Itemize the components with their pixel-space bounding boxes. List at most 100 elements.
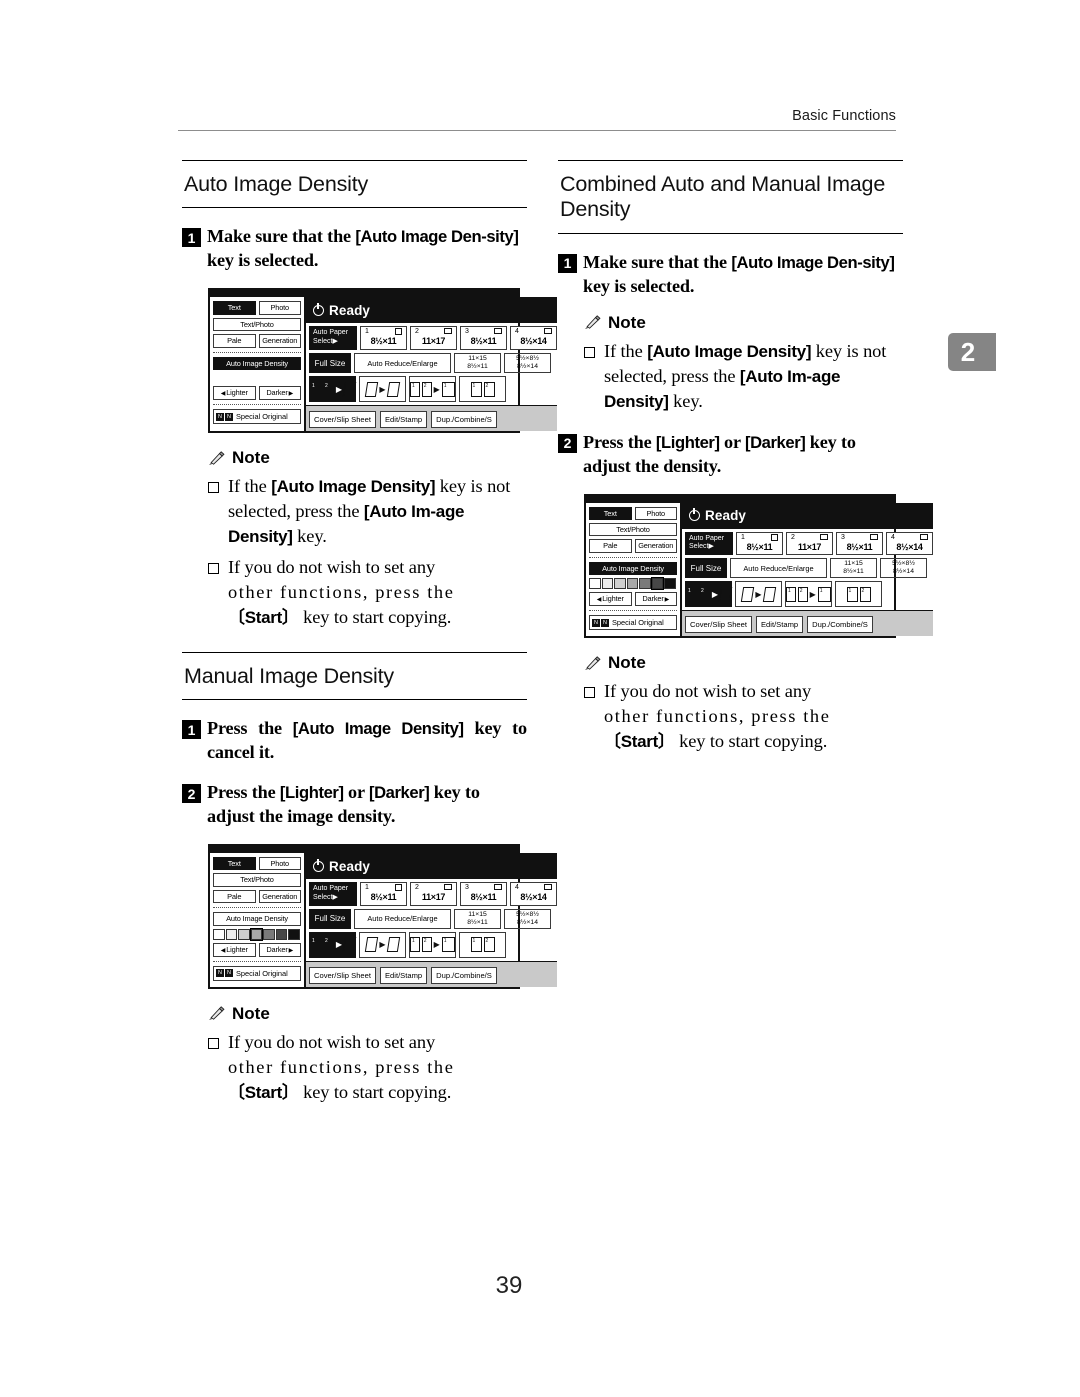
lcd-button-lighter[interactable]: Lighter <box>213 386 256 401</box>
lcd-tray-button[interactable]: 1 8½×11 <box>360 882 407 906</box>
lcd-tray-button[interactable]: 2 11×17 <box>410 326 457 350</box>
lcd-button-photo[interactable]: Photo <box>258 301 301 315</box>
lcd-tab-cover-slip-sheet[interactable]: Cover/Slip Sheet <box>309 966 376 984</box>
density-step-5[interactable] <box>263 928 275 940</box>
lcd-tray-button[interactable]: 3 8½×11 <box>460 882 507 906</box>
lcd-button-auto-paper-select[interactable]: Auto Paper Select▶ <box>309 326 357 350</box>
lcd-button-ratio[interactable]: 11×15 8½×11 <box>454 908 501 929</box>
lcd-tab-cover-slip-sheet[interactable]: Cover/Slip Sheet <box>309 411 376 429</box>
lcd-tray-button[interactable]: 2 11×17 <box>786 531 833 556</box>
lcd-duplex-button[interactable]: ▶ <box>735 581 782 608</box>
lcd-tab-cover-slip-sheet[interactable]: Cover/Slip Sheet <box>685 616 752 634</box>
lcd-button-pale[interactable]: Pale <box>589 539 632 553</box>
lcd-button-darker[interactable]: Darker <box>634 592 677 607</box>
lcd-button-ratio[interactable]: 5½×8½ 8½×14 <box>504 352 551 374</box>
step-text-pre: Make sure that the <box>207 226 356 247</box>
lcd-button-photo[interactable]: Photo <box>634 506 677 520</box>
lcd-button-auto-paper-select[interactable]: Auto Paper Select▶ <box>685 531 733 556</box>
lcd-duplex-button[interactable]: 1 2 ▶ 1 <box>409 931 456 958</box>
lcd-duplex-button[interactable]: 12 <box>835 581 882 608</box>
lcd-button-text-photo[interactable]: Text/Photo <box>213 317 301 332</box>
lcd-button-pale[interactable]: Pale <box>213 334 256 348</box>
density-step-3[interactable] <box>238 928 250 940</box>
arrow-right-icon: ▶ <box>379 940 386 950</box>
lcd-tray-button[interactable]: 4 8½×14 <box>510 882 557 906</box>
density-step-2[interactable] <box>601 578 613 590</box>
lcd-tab-dup-combine[interactable]: Dup./Combine/S <box>431 411 497 429</box>
lcd-divider <box>213 404 301 406</box>
density-step-6[interactable] <box>275 928 287 940</box>
lcd-button-ratio[interactable]: 11×15 8½×11 <box>830 558 877 579</box>
lcd-tray-button[interactable]: 4 8½×14 <box>510 326 557 350</box>
lcd-button-ratio[interactable]: 5½×8½ 8½×14 <box>880 558 927 579</box>
lcd-density-scale[interactable] <box>213 927 301 942</box>
lcd-button-full-size[interactable]: Full Size <box>685 558 727 579</box>
lcd-button-ratio[interactable]: 5½×8½ 8½×14 <box>504 908 551 929</box>
lcd-button-special-original[interactable]: NN Special Original <box>213 965 301 981</box>
lcd-button-ratio[interactable]: 11×15 8½×11 <box>454 352 501 374</box>
lcd-button-photo[interactable]: Photo <box>258 857 301 871</box>
lcd-button-text-photo[interactable]: Text/Photo <box>213 873 301 887</box>
lcd-duplex-button[interactable]: 1 2 ▶ <box>309 931 357 958</box>
lcd-button-pale[interactable]: Pale <box>213 889 256 904</box>
lcd-tray-button[interactable]: 1 8½×11 <box>360 326 407 350</box>
lcd-tab-edit-stamp[interactable]: Edit/Stamp <box>755 616 804 634</box>
lcd-tray-button[interactable]: 3 8½×11 <box>836 531 883 556</box>
lcd-button-special-original[interactable]: NN Special Original <box>589 615 677 631</box>
lcd-duplex-button[interactable]: 1 2 ▶ <box>685 581 733 608</box>
lcd-tray-button[interactable]: 4 8½×14 <box>886 531 933 556</box>
note-l1-key: [Auto Image Density] <box>647 341 812 361</box>
lcd-button-auto-image-density[interactable]: Auto Image Density <box>213 912 301 926</box>
lcd-button-darker[interactable]: Darker <box>258 942 301 957</box>
paper-landscape-icon <box>870 533 878 540</box>
lcd-button-darker[interactable]: Darker <box>258 386 301 401</box>
lcd-button-lighter[interactable]: Lighter <box>589 592 632 607</box>
density-step-7[interactable] <box>664 578 676 590</box>
lcd-button-lighter[interactable]: Lighter <box>213 942 256 957</box>
lcd-duplex-button[interactable]: 1 2 ▶ 1 <box>409 376 456 403</box>
density-step-3[interactable] <box>614 578 626 590</box>
lcd-button-generation[interactable]: Generation <box>258 334 301 348</box>
lcd-button-full-size[interactable]: Full Size <box>309 352 351 374</box>
lcd-button-text[interactable]: Text <box>213 301 256 315</box>
lcd-tray-button[interactable]: 3 8½×11 <box>460 326 507 350</box>
lcd-button-generation[interactable]: Generation <box>258 889 301 904</box>
lcd-button-auto-image-density[interactable]: Auto Image Density <box>589 561 677 576</box>
lcd-duplex-button[interactable]: 12 <box>459 376 506 403</box>
density-step-7[interactable] <box>288 928 300 940</box>
lcd-button-special-original[interactable]: NN Special Original <box>213 409 301 425</box>
density-step-6[interactable] <box>650 576 665 591</box>
step-number: 1 <box>558 253 577 273</box>
lcd-duplex-button[interactable]: 1 2 ▶ 1 <box>785 581 832 608</box>
lcd-tab-dup-combine[interactable]: Dup./Combine/S <box>807 616 873 634</box>
lcd-tab-edit-stamp[interactable]: Edit/Stamp <box>379 411 428 429</box>
lcd-button-generation[interactable]: Generation <box>634 539 677 553</box>
lcd-button-auto-image-density[interactable]: Auto Image Density <box>213 356 301 371</box>
density-step-5[interactable] <box>639 578 651 590</box>
lcd-density-scale[interactable] <box>589 576 677 591</box>
lcd-button-text[interactable]: Text <box>213 857 256 871</box>
tray-header: 3 <box>462 328 505 336</box>
lcd-tray-button[interactable]: 1 8½×11 <box>736 531 783 556</box>
lcd-button-text[interactable]: Text <box>589 506 632 520</box>
density-step-1[interactable] <box>213 928 225 940</box>
lcd-button-auto-paper-select[interactable]: Auto Paper Select▶ <box>309 882 357 906</box>
density-step-1[interactable] <box>589 578 601 590</box>
lcd-button-text-photo[interactable]: Text/Photo <box>589 523 677 537</box>
lcd-duplex-button[interactable]: 12 <box>459 931 506 958</box>
lcd-tab-edit-stamp[interactable]: Edit/Stamp <box>379 966 428 984</box>
lcd-duplex-button[interactable]: ▶ <box>359 931 406 958</box>
lcd-button-full-size[interactable]: Full Size <box>309 908 351 929</box>
lcd-button-auto-reduce-enlarge[interactable]: Auto Reduce/Enlarge <box>354 352 451 374</box>
lcd-duplex-button[interactable]: 1 2 ▶ <box>309 376 357 403</box>
lcd-tray-button[interactable]: 2 11×17 <box>410 882 457 906</box>
lcd-button-auto-reduce-enlarge[interactable]: Auto Reduce/Enlarge <box>354 908 451 929</box>
density-step-4[interactable] <box>249 927 264 942</box>
density-step-4[interactable] <box>626 578 638 590</box>
density-step-2[interactable] <box>225 928 237 940</box>
lcd-tab-dup-combine[interactable]: Dup./Combine/S <box>431 966 497 984</box>
lcd-duplex-button[interactable]: ▶ <box>359 376 406 403</box>
page-icon <box>342 381 357 397</box>
page-icon <box>386 937 400 953</box>
lcd-button-auto-reduce-enlarge[interactable]: Auto Reduce/Enlarge <box>730 558 827 579</box>
